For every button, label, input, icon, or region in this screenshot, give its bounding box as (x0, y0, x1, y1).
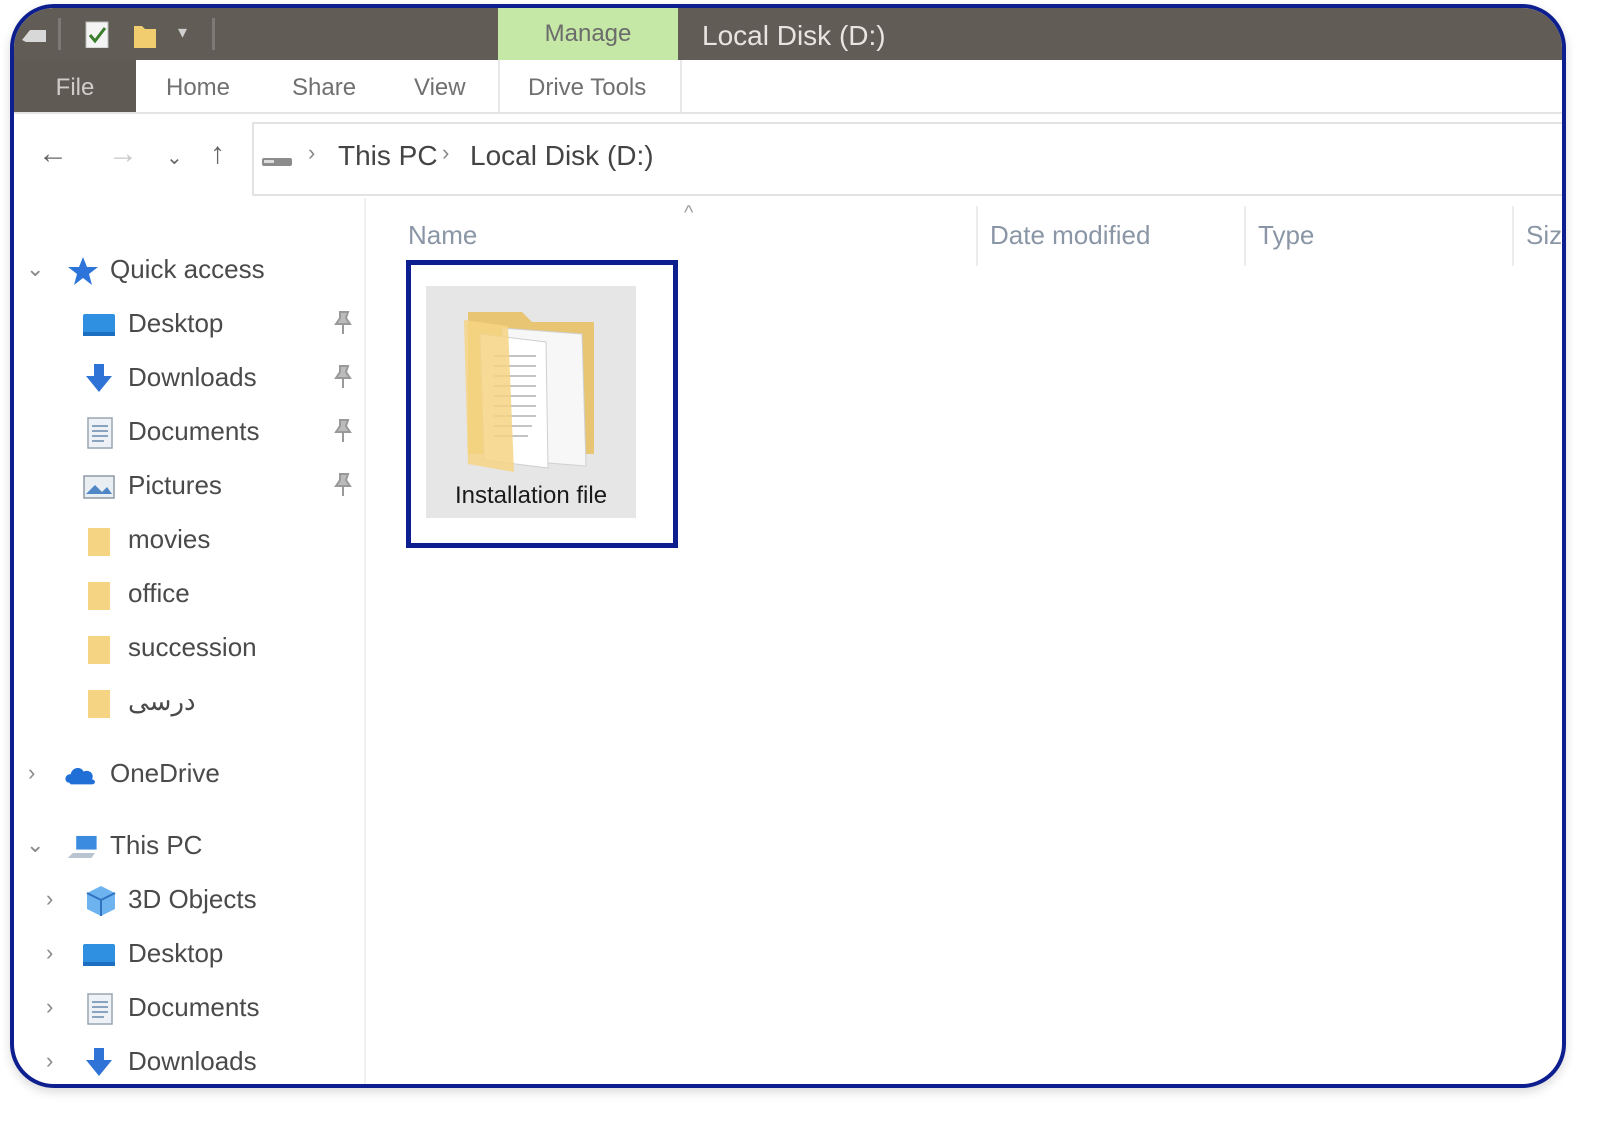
column-header-name[interactable]: Name (408, 220, 477, 251)
system-menu-icon[interactable] (20, 20, 50, 48)
column-header-type[interactable]: Type (1258, 220, 1314, 251)
nav-item-succession[interactable]: succession (14, 628, 364, 672)
back-arrow-icon[interactable]: ← (38, 136, 68, 172)
column-divider[interactable] (976, 206, 978, 266)
toolbar-separator (212, 18, 215, 50)
pin-icon[interactable] (332, 364, 354, 390)
folder-icon (88, 528, 110, 556)
nav-item-darsi[interactable]: درسی (14, 682, 364, 726)
drive-icon (262, 158, 292, 166)
navigation-pane: ⌄ Quick access Desktop Downloads Documen… (14, 198, 366, 1084)
column-divider[interactable] (1512, 206, 1514, 266)
nav-item-quick-access[interactable]: ⌄ Quick access (14, 250, 364, 294)
file-list-pane: ^ Name Date modified Type Siz Installati… (366, 198, 1562, 1084)
nav-item-movies[interactable]: movies (14, 520, 364, 564)
onedrive-cloud-icon (65, 767, 95, 785)
nav-label: Desktop (128, 308, 224, 338)
toolbar-separator (58, 18, 61, 50)
downloads-icon (86, 1048, 112, 1076)
tab-home[interactable]: Home (166, 60, 230, 112)
nav-item-downloads-pc[interactable]: › Downloads (14, 1042, 364, 1084)
tab-drive-tools[interactable]: Drive Tools (528, 60, 646, 112)
chevron-right-icon[interactable]: › (28, 760, 35, 786)
pin-icon[interactable] (332, 310, 354, 336)
column-header-date-modified[interactable]: Date modified (990, 220, 1150, 251)
folder-item-installation-file[interactable]: Installation file (426, 286, 636, 518)
chevron-right-icon[interactable]: › (46, 886, 53, 912)
title-bar: ▾ Manage Local Disk (D:) (14, 8, 1562, 60)
customize-dropdown-icon[interactable]: ▾ (178, 22, 187, 50)
desktop-icon (83, 944, 115, 966)
chevron-right-icon[interactable]: › (46, 994, 53, 1020)
breadcrumb-separator-icon: › (442, 140, 450, 165)
nav-label: Desktop (128, 938, 224, 968)
desktop-icon (83, 314, 115, 336)
3d-objects-icon (86, 886, 116, 916)
nav-label: Documents (128, 416, 260, 446)
folder-item-label: Installation file (454, 482, 608, 509)
nav-item-3d-objects[interactable]: › 3D Objects (14, 880, 364, 924)
chevron-right-icon[interactable]: › (46, 940, 53, 966)
nav-label: OneDrive (110, 758, 220, 788)
nav-label: Downloads (128, 1046, 257, 1076)
chevron-down-icon[interactable]: ⌄ (26, 256, 44, 282)
nav-item-desktop[interactable]: Desktop (14, 304, 364, 348)
nav-item-desktop-pc[interactable]: › Desktop (14, 934, 364, 978)
nav-label: 3D Objects (128, 884, 257, 914)
nav-label: Documents (128, 992, 260, 1022)
nav-item-downloads[interactable]: Downloads (14, 358, 364, 402)
recent-locations-chevron-icon[interactable]: ⌄ (166, 140, 183, 176)
pictures-icon (83, 475, 115, 499)
nav-label: Quick access (110, 254, 265, 284)
documents-icon (87, 993, 113, 1025)
nav-label: office (128, 578, 190, 608)
up-arrow-icon[interactable]: ↑ (210, 136, 225, 172)
properties-icon[interactable] (84, 20, 112, 48)
tab-manage[interactable]: Manage (498, 8, 678, 60)
nav-item-onedrive[interactable]: › OneDrive (14, 754, 364, 798)
computer-icon (67, 835, 97, 859)
nav-item-this-pc[interactable]: ⌄ This PC (14, 826, 364, 870)
tab-file[interactable]: File (14, 60, 136, 112)
address-bar[interactable]: › This PC › Local Disk (D:) (252, 122, 1562, 196)
nav-label: This PC (110, 830, 203, 860)
sort-ascending-icon: ^ (684, 202, 694, 224)
column-header-size[interactable]: Siz (1526, 220, 1562, 251)
pin-icon[interactable] (332, 472, 354, 498)
star-icon (68, 257, 98, 285)
breadcrumb-separator-icon: › (308, 140, 316, 165)
nav-label: succession (128, 632, 257, 662)
nav-item-office[interactable]: office (14, 574, 364, 618)
ribbon-tabs: File Home Share View Drive Tools (14, 60, 1562, 114)
nav-item-documents[interactable]: Documents (14, 412, 364, 456)
nav-label: Downloads (128, 362, 257, 392)
folder-icon (88, 690, 110, 718)
documents-icon (87, 417, 113, 449)
nav-label: movies (128, 524, 211, 554)
tab-view[interactable]: View (414, 60, 466, 112)
navigation-bar: ← → ⌄ ↑ › This PC › Local Disk (D:) (14, 114, 1562, 196)
window-title: Local Disk (D:) (702, 20, 886, 51)
pin-icon[interactable] (332, 418, 354, 444)
new-folder-icon[interactable] (132, 20, 160, 48)
breadcrumb-local-disk[interactable]: Local Disk (D:) (470, 140, 654, 172)
nav-item-documents-pc[interactable]: › Documents (14, 988, 364, 1032)
chevron-right-icon[interactable]: › (46, 1048, 53, 1074)
forward-arrow-icon[interactable]: → (108, 136, 138, 172)
breadcrumb-this-pc[interactable]: This PC (338, 140, 438, 172)
column-divider[interactable] (1244, 206, 1246, 266)
nav-label: درسی (128, 686, 196, 716)
folder-with-documents-icon (464, 312, 594, 472)
nav-item-pictures[interactable]: Pictures (14, 466, 364, 510)
tab-share[interactable]: Share (292, 60, 356, 112)
nav-label: Pictures (128, 470, 222, 500)
folder-icon (88, 582, 110, 610)
file-explorer-window: ▾ Manage Local Disk (D:) File Home Share… (10, 4, 1566, 1088)
folder-icon (88, 636, 110, 664)
downloads-icon (86, 364, 112, 392)
chevron-down-icon[interactable]: ⌄ (26, 832, 44, 858)
